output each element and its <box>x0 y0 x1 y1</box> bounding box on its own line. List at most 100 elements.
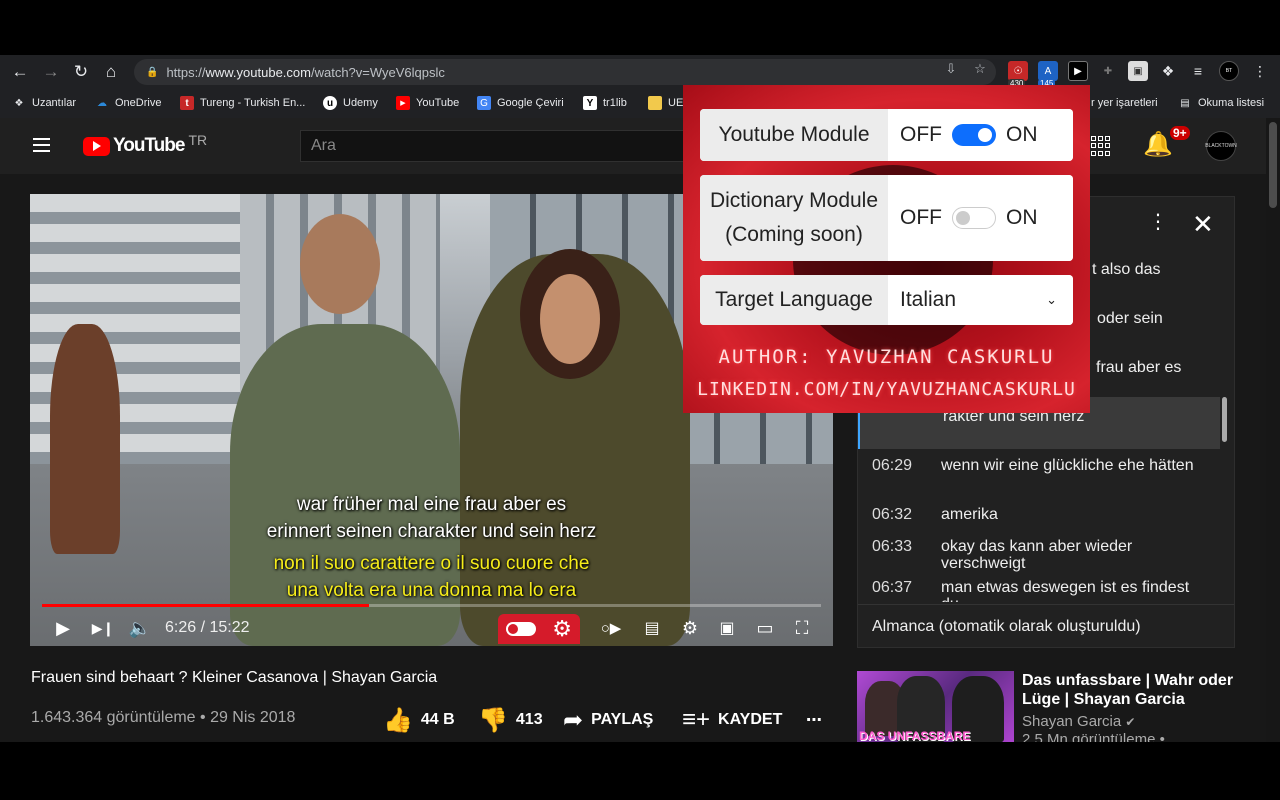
theater-mode-icon[interactable]: ▭ <box>752 616 778 640</box>
target-language-row: Target Language Italian ⌄ <box>700 275 1073 325</box>
bookmark-youtube[interactable]: ▶ YouTube <box>396 94 459 112</box>
translator-settings-gear-icon[interactable]: ⚙ <box>552 616 572 642</box>
bookmark-other[interactable]: r yer işaretleri <box>1091 94 1158 112</box>
country-code: TR <box>188 132 208 148</box>
avatar[interactable]: BLACKTOWN <box>1205 131 1237 161</box>
playlist-add-icon: ≡+ <box>682 706 711 733</box>
dictionary-module-label: Dictionary Module (Coming soon) <box>700 175 888 261</box>
address-bar[interactable]: 🔒 https://www.youtube.com/watch?v=WyeV6l… <box>134 59 996 85</box>
translate-ext-icon[interactable]: A 145 <box>1038 61 1058 88</box>
puzzle-icon: ❖ <box>14 97 24 109</box>
bookmark-onedrive[interactable]: ☁ OneDrive <box>95 94 161 112</box>
miniplayer-icon[interactable]: ▣ <box>715 616 739 640</box>
cloud-icon: ☁ <box>97 97 107 109</box>
udemy-icon: u <box>323 96 337 110</box>
page-scrollbar-thumb[interactable] <box>1269 122 1277 208</box>
adblock-ext-icon[interactable]: ☉ 430 <box>1008 61 1028 88</box>
player-controls: ▶ ▶❙ 🔈 6:26 / 15:22 ⚙ ○▶ ▤ ⚙ ▣ ▭ ⛶ <box>30 610 833 646</box>
bookmark-folder-ue[interactable]: UE <box>648 94 683 112</box>
youtube-module-row: Youtube Module OFF ON <box>700 109 1073 161</box>
dislike-button[interactable]: 👎 413 <box>478 706 543 734</box>
woman-face <box>540 274 600 364</box>
youtube-icon: ▶ <box>396 96 410 110</box>
time-display: 6:26 / 15:22 <box>165 619 250 636</box>
search-placeholder: Ara <box>311 137 336 154</box>
bookmark-reading-list[interactable]: ▤ Okuma listesi <box>1178 94 1264 112</box>
share-arrow-icon: ➦ <box>563 706 584 734</box>
recommended-title[interactable]: Das unfassbare | Wahr oder Lüge | Shayan… <box>1022 671 1252 709</box>
tureng-icon: t <box>180 96 194 110</box>
reload-icon[interactable]: ↻ <box>70 61 92 83</box>
subtitle-german-line1: war früher mal eine frau aber es <box>296 494 567 515</box>
extensions-puzzle-icon[interactable]: ❖ <box>1158 61 1178 81</box>
url-path: /watch?v=WyeV6lqpslc <box>310 64 445 80</box>
install-app-icon[interactable]: ⇩ <box>942 60 960 78</box>
reading-list-icon: ▤ <box>1180 97 1190 109</box>
youtube-module-control: OFF ON <box>888 109 1073 161</box>
next-icon[interactable]: ▶❙ <box>92 616 115 640</box>
subtitle-german-line2: erinnert seinen charakter und sein herz <box>266 521 597 542</box>
subtitle-italian-line2: una volta era una donna ma lo era <box>286 580 577 601</box>
media-ext-icon[interactable]: ▶ <box>1068 61 1088 81</box>
notifications-badge: 9+ <box>1170 126 1190 140</box>
profile-avatar-icon[interactable]: BT <box>1219 61 1239 81</box>
subtitle-italian-line1: non il suo carattere o il suo cuore che <box>273 553 590 574</box>
bookmark-udemy[interactable]: u Udemy <box>323 94 378 112</box>
translator-toggle[interactable] <box>506 622 537 636</box>
youtube-logo-text: YouTube <box>113 135 185 156</box>
url-host: www.youtube.com <box>205 64 311 80</box>
bookmark-google-translate[interactable]: G Google Çeviri <box>477 94 564 112</box>
recommended-thumbnail[interactable]: DAS UNFASSBARE <box>857 671 1014 742</box>
hamburger-menu-icon[interactable] <box>33 138 50 152</box>
menu-kebab-icon[interactable]: ⋮ <box>1250 61 1270 81</box>
bookmark-star-icon[interactable]: ☆ <box>971 60 989 78</box>
page-scrollbar[interactable] <box>1266 118 1280 742</box>
apps-grid-icon[interactable] <box>1091 136 1111 156</box>
bookmark-tr1lib[interactable]: Ytr1lib <box>583 94 627 112</box>
play-icon[interactable]: ▶ <box>52 616 74 640</box>
folder-icon <box>648 96 662 110</box>
media-queue-icon[interactable]: ≡ <box>1188 61 1208 81</box>
thumbs-up-icon: 👍 <box>383 706 413 734</box>
forward-arrow-icon[interactable]: → <box>40 61 62 83</box>
progress-bar[interactable] <box>42 604 821 607</box>
back-arrow-icon[interactable]: ← <box>9 61 31 83</box>
video-title: Frauen sind behaart ? Kleiner Casanova |… <box>31 669 438 686</box>
translator-extension-popup: Youtube Module OFF ON Dictionary Module … <box>683 85 1090 413</box>
dictionary-module-on-label: ON <box>1006 206 1038 229</box>
screenshot-ext-icon[interactable]: ▣ <box>1128 61 1148 81</box>
transcript-scrollbar[interactable] <box>1222 397 1227 442</box>
youtube-module-switch[interactable] <box>952 124 996 146</box>
passerby-left <box>50 324 120 554</box>
bookmark-uzantilar[interactable]: ❖ Uzantılar <box>12 94 77 112</box>
save-button[interactable]: ≡+ KAYDET <box>682 706 782 734</box>
library-icon: Y <box>583 96 597 110</box>
notifications-bell-icon[interactable]: 🔔 9+ <box>1143 126 1190 162</box>
move-ext-icon[interactable]: ✚ <box>1098 61 1118 81</box>
settings-gear-icon[interactable]: ⚙ <box>678 616 702 640</box>
transcript-language-select[interactable]: Almanca (otomatik olarak oluşturuldu) <box>858 604 1234 648</box>
subtitles-cc-icon[interactable]: ▤ <box>640 616 664 640</box>
target-language-select[interactable]: Italian ⌄ <box>888 275 1073 325</box>
volume-icon[interactable]: 🔈 <box>128 616 152 640</box>
share-button[interactable]: ➦ PAYLAŞ <box>563 706 653 734</box>
browser-toolbar: ← → ↻ ⌂ 🔒 https://www.youtube.com/watch?… <box>0 55 1280 89</box>
youtube-logo[interactable]: YouTube TR <box>83 132 208 157</box>
transcript-more-icon[interactable]: ⋮ <box>1148 209 1168 234</box>
home-icon[interactable]: ⌂ <box>100 61 122 83</box>
more-actions-icon[interactable]: ⋯ <box>806 706 822 734</box>
youtube-module-on-label: ON <box>1006 123 1038 146</box>
youtube-module-label: Youtube Module <box>700 109 888 161</box>
man-face <box>300 214 380 314</box>
close-icon[interactable]: ✕ <box>1192 209 1214 240</box>
bookmark-tureng[interactable]: t Tureng - Turkish En... <box>180 94 305 112</box>
search-input[interactable]: Ara <box>300 130 690 162</box>
target-language-label: Target Language <box>700 275 888 325</box>
linkedin-link[interactable]: LINKEDIN.COM/IN/YAVUZHANCASKURLU <box>683 379 1090 400</box>
dictionary-module-switch[interactable] <box>952 207 996 229</box>
translator-controls[interactable]: ⚙ <box>498 614 580 644</box>
recommended-channel[interactable]: Shayan Garcia ✔ <box>1022 713 1135 730</box>
fullscreen-icon[interactable]: ⛶ <box>790 616 814 640</box>
autoplay-toggle[interactable]: ○▶ <box>595 616 627 640</box>
like-button[interactable]: 👍 44 B <box>383 706 455 734</box>
